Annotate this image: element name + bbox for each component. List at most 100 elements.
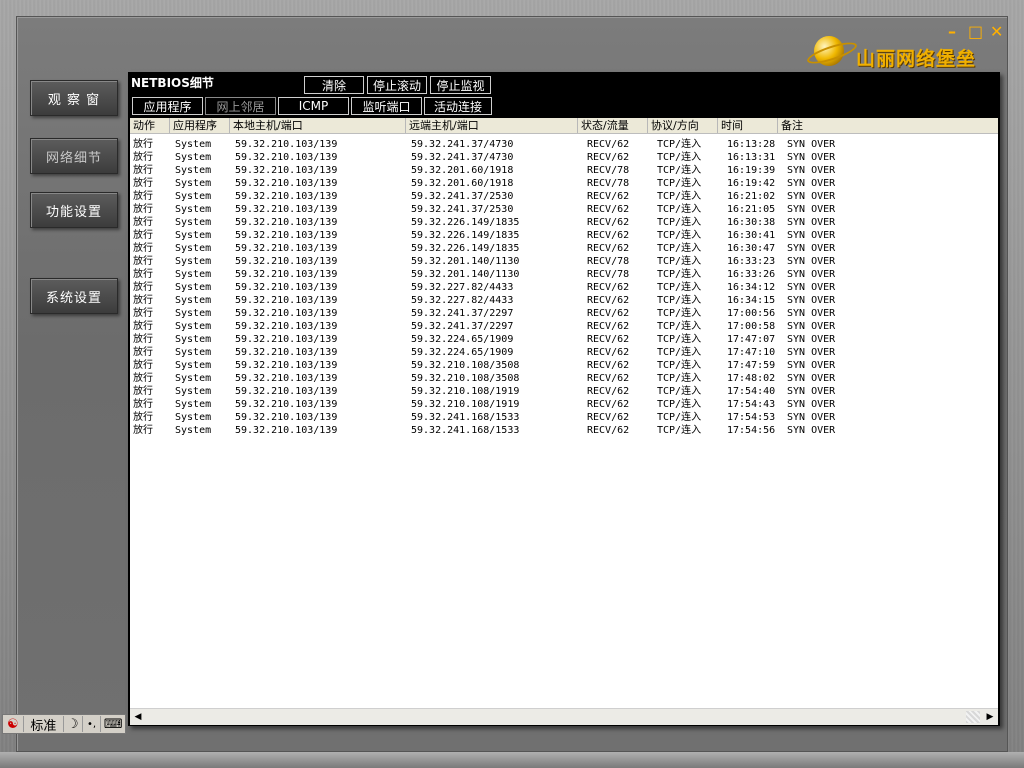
- cell-action: 放行: [133, 282, 153, 293]
- cell-local-host-port: 59.32.210.103/139: [235, 295, 338, 306]
- horizontal-scrollbar[interactable]: ◀ ▶: [130, 708, 998, 725]
- table-row[interactable]: 放行 System 59.32.210.103/139 59.32.201.60/19…: [130, 177, 998, 190]
- table-row[interactable]: 放行 System 59.32.210.103/139 59.32.210.108/1…: [130, 398, 998, 411]
- table-row[interactable]: 放行 System 59.32.210.103/139 59.32.226.149/1…: [130, 229, 998, 242]
- cell-action: 放行: [133, 412, 153, 423]
- table-row[interactable]: 放行 System 59.32.210.103/139 59.32.241.168/1…: [130, 424, 998, 437]
- table-row[interactable]: 放行 System 59.32.210.103/139 59.32.201.60/19…: [130, 164, 998, 177]
- tab-applications[interactable]: 应用程序: [132, 97, 203, 115]
- cell-time: 16:34:12: [727, 282, 776, 293]
- cell-local-host-port: 59.32.210.103/139: [235, 412, 338, 423]
- column-header-remote[interactable]: 远端主机/端口: [406, 118, 578, 133]
- table-row[interactable]: 放行 System 59.32.210.103/139 59.32.224.65/19…: [130, 346, 998, 359]
- table-row[interactable]: 放行 System 59.32.210.103/139 59.32.241.37/47…: [130, 138, 998, 151]
- cell-protocol-direction: TCP/连入: [657, 399, 702, 410]
- stop-scroll-button[interactable]: 停止滚动: [367, 76, 427, 94]
- sidebar-item-system-settings[interactable]: 系统设置: [30, 278, 118, 314]
- cell-status-traffic: RECV/62: [587, 243, 630, 254]
- cell-time: 16:33:23: [727, 256, 776, 267]
- sidebar-item-network-details[interactable]: 网络细节: [30, 138, 118, 174]
- ime-logo-icon[interactable]: ☯: [3, 716, 24, 732]
- cell-remote-host-port: 59.32.241.37/4730: [411, 139, 514, 150]
- cell-note: SYN OVER: [787, 308, 836, 319]
- cell-time: 17:47:59: [727, 360, 776, 371]
- column-header-application[interactable]: 应用程序: [170, 118, 230, 133]
- table-row[interactable]: 放行 System 59.32.210.103/139 59.32.224.65/19…: [130, 333, 998, 346]
- cell-protocol-direction: TCP/连入: [657, 243, 702, 254]
- table-row[interactable]: 放行 System 59.32.210.103/139 59.32.227.82/44…: [130, 281, 998, 294]
- cell-local-host-port: 59.32.210.103/139: [235, 165, 338, 176]
- column-header-status[interactable]: 状态/流量: [578, 118, 648, 133]
- stop-monitor-button[interactable]: 停止监视: [430, 76, 491, 94]
- column-header-local[interactable]: 本地主机/端口: [230, 118, 406, 133]
- table-row[interactable]: 放行 System 59.32.210.103/139 59.32.210.108/3…: [130, 359, 998, 372]
- tab-icmp[interactable]: ICMP: [278, 97, 349, 115]
- table-row[interactable]: 放行 System 59.32.210.103/139 59.32.227.82/44…: [130, 294, 998, 307]
- cell-status-traffic: RECV/62: [587, 308, 630, 319]
- cell-action: 放行: [133, 308, 153, 319]
- half-width-moon-icon[interactable]: ☽: [64, 716, 83, 732]
- cell-protocol-direction: TCP/连入: [657, 230, 702, 241]
- cell-action: 放行: [133, 139, 153, 150]
- table-row[interactable]: 放行 System 59.32.210.103/139 59.32.226.149/1…: [130, 216, 998, 229]
- cell-local-host-port: 59.32.210.103/139: [235, 386, 338, 397]
- table-row[interactable]: 放行 System 59.32.210.103/139 59.32.210.108/1…: [130, 385, 998, 398]
- table-row[interactable]: 放行 System 59.32.210.103/139 59.32.201.140/1…: [130, 255, 998, 268]
- cell-application: System: [175, 178, 212, 189]
- table-row[interactable]: 放行 System 59.32.210.103/139 59.32.241.37/25…: [130, 203, 998, 216]
- table-row[interactable]: 放行 System 59.32.210.103/139 59.32.241.37/47…: [130, 151, 998, 164]
- cell-remote-host-port: 59.32.227.82/4433: [411, 282, 514, 293]
- app-logo: 山丽网络堡垒: [805, 30, 1000, 74]
- tab-listening-ports[interactable]: 监听端口: [351, 97, 422, 115]
- table-row[interactable]: 放行 System 59.32.210.103/139 59.32.226.149/1…: [130, 242, 998, 255]
- cell-note: SYN OVER: [787, 282, 836, 293]
- cell-action: 放行: [133, 347, 153, 358]
- cell-remote-host-port: 59.32.227.82/4433: [411, 295, 514, 306]
- cell-action: 放行: [133, 386, 153, 397]
- scroll-right-arrow-icon[interactable]: ▶: [982, 710, 998, 724]
- scroll-thumb[interactable]: [966, 711, 980, 723]
- column-header-action[interactable]: 动作: [130, 118, 170, 133]
- cell-status-traffic: RECV/62: [587, 152, 630, 163]
- table-row[interactable]: 放行 System 59.32.210.103/139 59.32.201.140/1…: [130, 268, 998, 281]
- clear-button[interactable]: 清除: [304, 76, 364, 94]
- scroll-left-arrow-icon[interactable]: ◀: [130, 710, 146, 724]
- ime-toolbar[interactable]: ☯ 标准 ☽ •, ⌨: [2, 714, 126, 734]
- punctuation-icon[interactable]: •,: [83, 716, 102, 732]
- cell-application: System: [175, 204, 212, 215]
- cell-action: 放行: [133, 178, 153, 189]
- cell-note: SYN OVER: [787, 295, 836, 306]
- cell-local-host-port: 59.32.210.103/139: [235, 425, 338, 436]
- cell-note: SYN OVER: [787, 204, 836, 215]
- table-row[interactable]: 放行 System 59.32.210.103/139 59.32.210.108/3…: [130, 372, 998, 385]
- cell-note: SYN OVER: [787, 165, 836, 176]
- cell-remote-host-port: 59.32.241.37/2297: [411, 308, 514, 319]
- cell-remote-host-port: 59.32.210.108/1919: [411, 399, 520, 410]
- cell-local-host-port: 59.32.210.103/139: [235, 347, 338, 358]
- cell-action: 放行: [133, 360, 153, 371]
- table-row[interactable]: 放行 System 59.32.210.103/139 59.32.241.168/1…: [130, 411, 998, 424]
- table-row[interactable]: 放行 System 59.32.210.103/139 59.32.241.37/22…: [130, 307, 998, 320]
- cell-local-host-port: 59.32.210.103/139: [235, 282, 338, 293]
- table-row[interactable]: 放行 System 59.32.210.103/139 59.32.241.37/25…: [130, 190, 998, 203]
- cell-application: System: [175, 347, 212, 358]
- cell-protocol-direction: TCP/连入: [657, 295, 702, 306]
- sidebar-item-observe[interactable]: 观 察 窗: [30, 80, 118, 116]
- cell-remote-host-port: 59.32.241.37/4730: [411, 152, 514, 163]
- cell-status-traffic: RECV/62: [587, 295, 630, 306]
- column-header-note[interactable]: 备注: [778, 118, 998, 133]
- cell-local-host-port: 59.32.210.103/139: [235, 321, 338, 332]
- tab-network-neighborhood[interactable]: 网上邻居: [205, 97, 276, 115]
- cell-remote-host-port: 59.32.241.37/2530: [411, 191, 514, 202]
- table-row[interactable]: 放行 System 59.32.210.103/139 59.32.241.37/22…: [130, 320, 998, 333]
- ime-mode-label[interactable]: 标准: [24, 716, 64, 734]
- cell-time: 16:13:28: [727, 139, 776, 150]
- sidebar-item-function-settings[interactable]: 功能设置: [30, 192, 118, 228]
- soft-keyboard-icon[interactable]: ⌨: [101, 716, 125, 732]
- column-header-time[interactable]: 时间: [718, 118, 778, 133]
- cell-local-host-port: 59.32.210.103/139: [235, 334, 338, 345]
- cell-application: System: [175, 217, 212, 228]
- cell-protocol-direction: TCP/连入: [657, 386, 702, 397]
- tab-active-connections[interactable]: 活动连接: [424, 97, 492, 115]
- column-header-protocol[interactable]: 协议/方向: [648, 118, 718, 133]
